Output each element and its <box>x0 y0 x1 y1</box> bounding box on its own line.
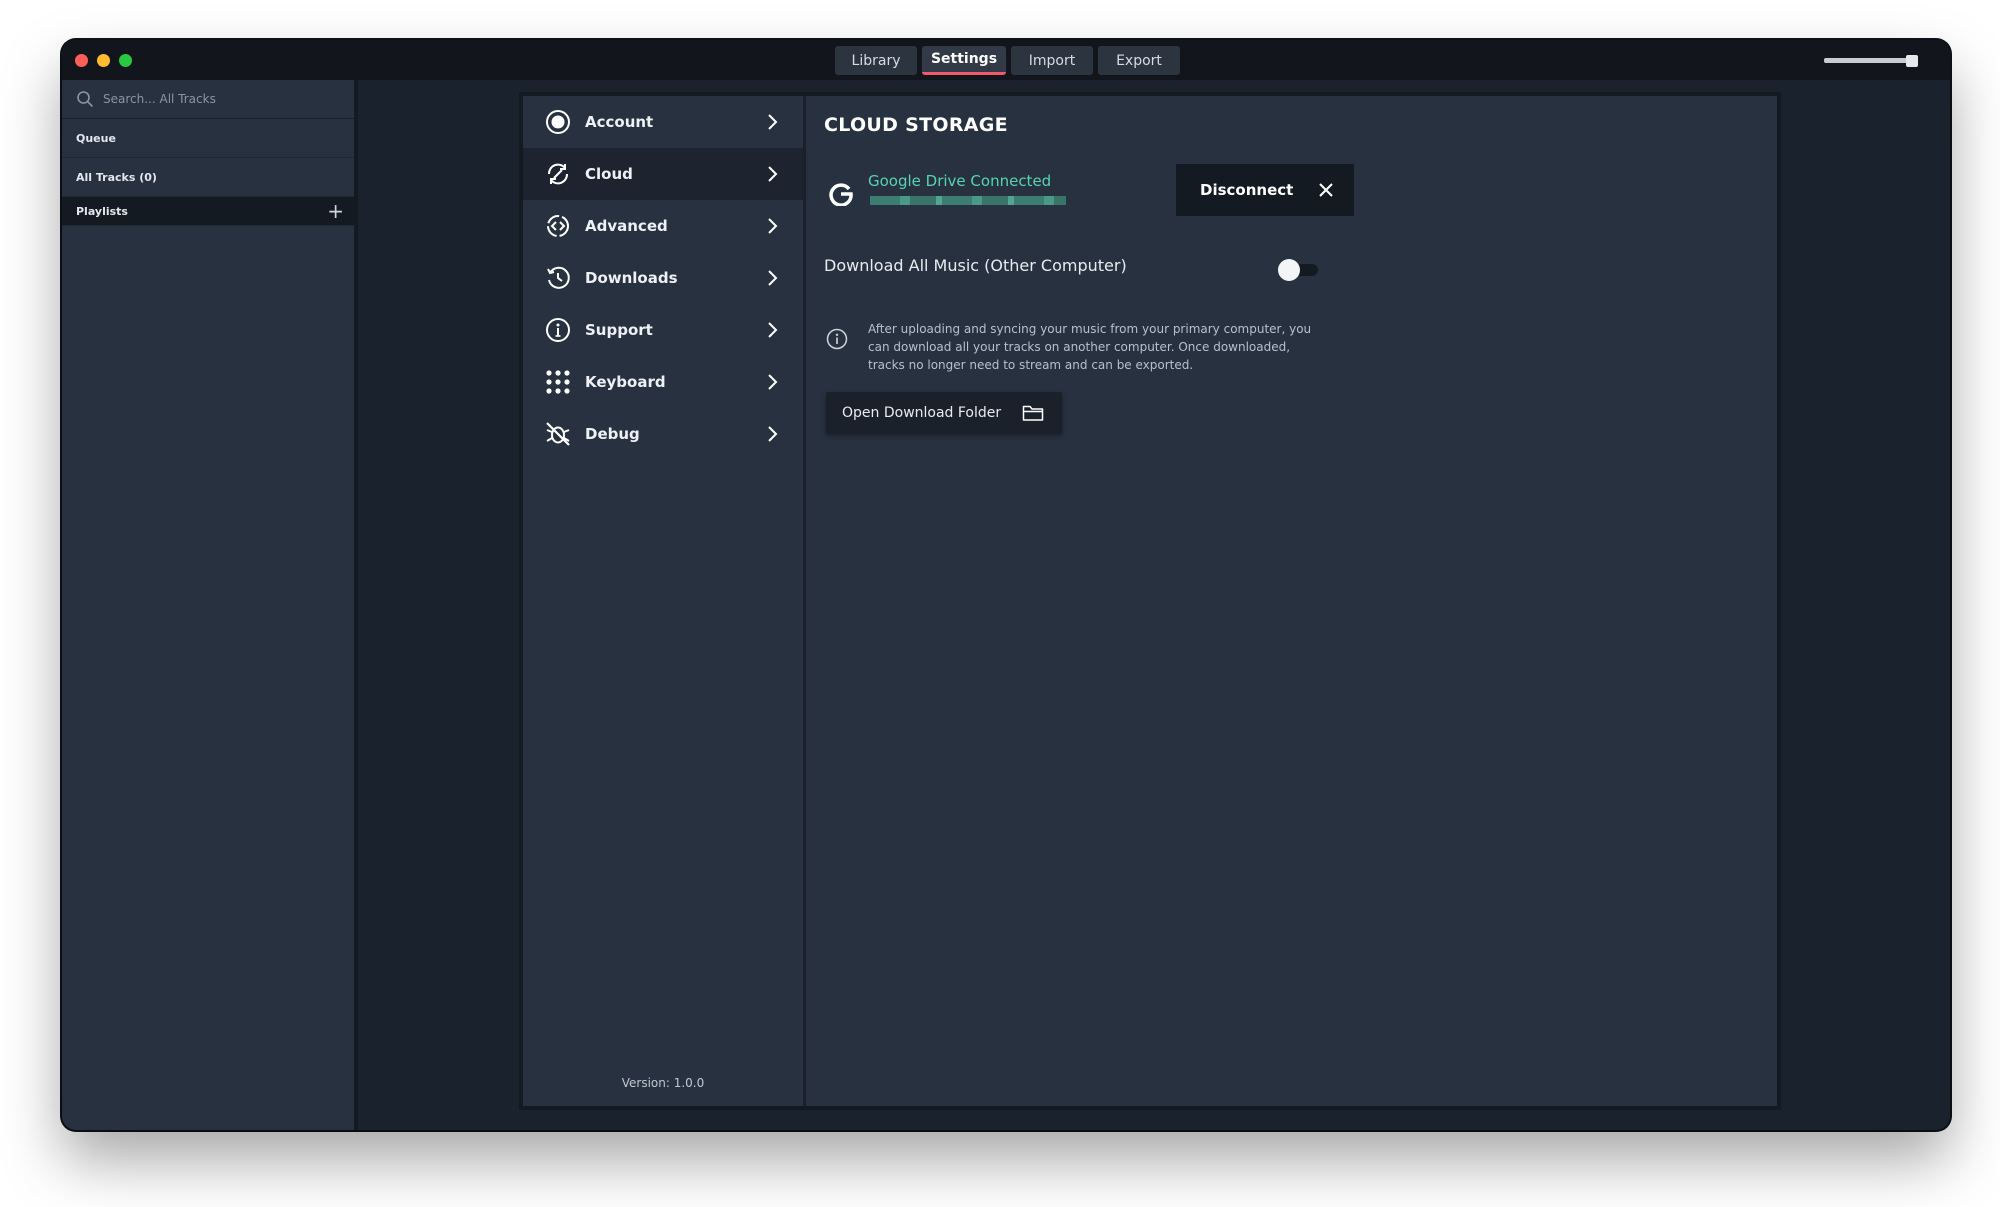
chevron-right-icon <box>768 322 778 338</box>
download-all-toggle[interactable] <box>1278 259 1320 281</box>
sidebar-item-queue[interactable]: Queue <box>62 119 354 158</box>
version-label: Version: 1.0.0 <box>621 1076 705 1090</box>
tab-settings[interactable]: Settings <box>922 46 1006 75</box>
cloud-sync-icon <box>547 163 569 185</box>
keyboard-icon <box>546 370 570 394</box>
downloads-icon <box>547 266 570 289</box>
volume-track <box>1824 58 1908 63</box>
settings-nav-cloud[interactable]: Cloud <box>523 148 803 200</box>
folder-icon <box>1022 405 1044 421</box>
settings-nav-debug[interactable]: Debug <box>523 408 803 460</box>
playlists-label: Playlists <box>76 204 128 218</box>
settings-nav-advanced[interactable]: Advanced <box>523 200 803 252</box>
info-icon <box>826 328 848 350</box>
search-input[interactable]: Search... All Tracks <box>103 92 216 106</box>
tab-import[interactable]: Import <box>1011 46 1093 75</box>
settings-nav-support[interactable]: Support <box>523 304 803 356</box>
section-title: CLOUD STORAGE <box>824 114 1008 136</box>
chevron-right-icon <box>768 218 778 234</box>
google-icon <box>829 183 853 206</box>
account-icon <box>546 110 570 134</box>
google-drive-status: Google Drive Connected <box>868 172 1052 190</box>
sidebar-item-playlists[interactable]: Playlists + <box>62 197 354 226</box>
settings-nav-account[interactable]: Account <box>523 96 803 148</box>
nav-label: Cloud <box>585 165 633 183</box>
top-tabs: Library Settings Import Export <box>835 46 1180 75</box>
tab-library[interactable]: Library <box>835 46 917 75</box>
chevron-right-icon <box>768 374 778 390</box>
search-bar[interactable]: Search... All Tracks <box>62 80 354 119</box>
download-all-label: Download All Music (Other Computer) <box>824 256 1127 275</box>
download-info-text: After uploading and syncing your music f… <box>868 322 1312 372</box>
info-icon <box>546 318 570 342</box>
minimize-window-button[interactable] <box>97 54 110 67</box>
close-window-button[interactable] <box>75 54 88 67</box>
open-download-folder-button[interactable]: Open Download Folder <box>826 392 1062 434</box>
chevron-right-icon <box>768 426 778 442</box>
tab-export[interactable]: Export <box>1098 46 1180 75</box>
settings-nav-downloads[interactable]: Downloads <box>523 252 803 304</box>
disconnect-label: Disconnect <box>1200 181 1294 199</box>
nav-label: Advanced <box>585 217 668 235</box>
maximize-window-button[interactable] <box>119 54 132 67</box>
titlebar: Library Settings Import Export <box>62 40 1950 80</box>
nav-label: Debug <box>585 425 640 443</box>
sidebar-item-all-tracks[interactable]: All Tracks (0) <box>62 158 354 197</box>
settings-panel: Account Cloud Advanced Downloads Support… <box>519 92 1781 1110</box>
chevron-right-icon <box>768 270 778 286</box>
sync-progress-bar <box>870 196 1066 205</box>
settings-nav-keyboard[interactable]: Keyboard <box>523 356 803 408</box>
debug-icon <box>546 422 570 446</box>
advanced-icon <box>547 215 569 237</box>
chevron-right-icon <box>768 114 778 130</box>
nav-label: Account <box>585 113 654 131</box>
search-icon <box>77 91 93 107</box>
open-folder-label: Open Download Folder <box>842 405 1002 421</box>
toggle-knob <box>1278 259 1300 281</box>
nav-label: Keyboard <box>585 373 666 391</box>
main-area: Account Cloud Advanced Downloads Support… <box>358 80 1950 1130</box>
volume-slider[interactable] <box>1824 55 1918 67</box>
nav-label: Support <box>585 321 653 339</box>
nav-label: Downloads <box>585 269 678 287</box>
cloud-storage-section: CLOUD STORAGE Google Drive Connected Dis… <box>806 96 1777 1106</box>
chevron-right-icon <box>768 166 778 182</box>
sidebar: Search... All Tracks Queue All Tracks (0… <box>62 80 358 1130</box>
app-window: Library Settings Import Export Search...… <box>62 40 1950 1130</box>
settings-nav: Account Cloud Advanced Downloads Support… <box>523 96 806 1106</box>
volume-knob[interactable] <box>1906 55 1918 67</box>
add-playlist-icon[interactable]: + <box>327 201 344 221</box>
close-icon <box>1319 183 1333 197</box>
disconnect-button[interactable]: Disconnect <box>1176 164 1354 216</box>
